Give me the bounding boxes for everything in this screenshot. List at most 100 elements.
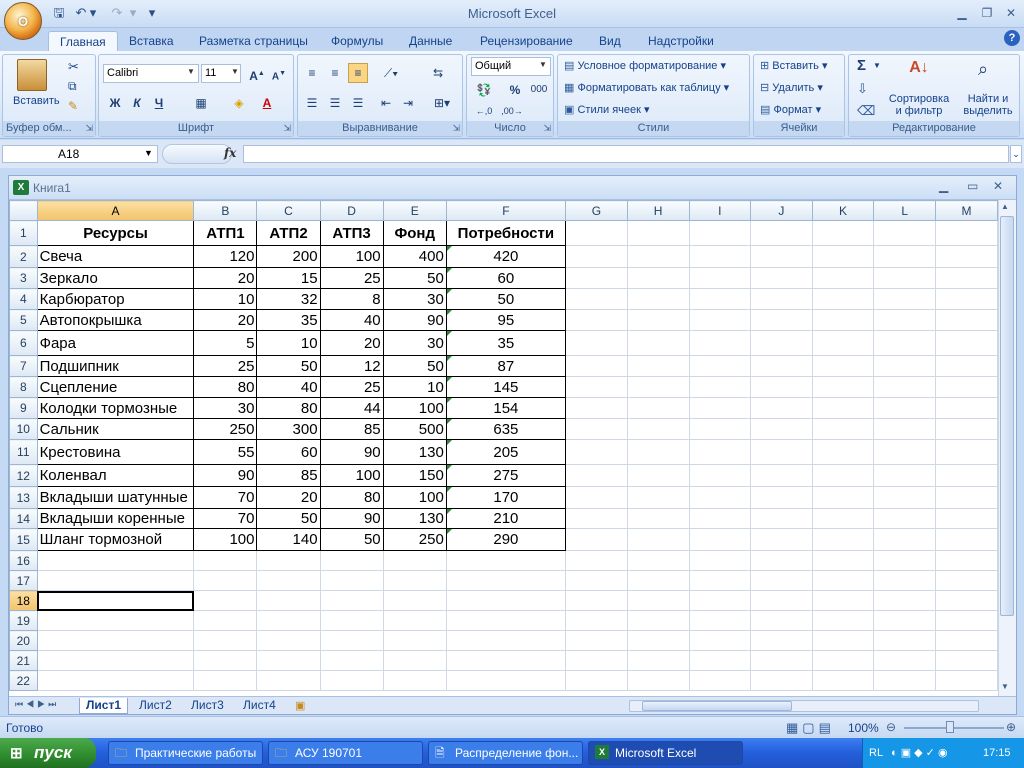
cell[interactable] xyxy=(873,630,937,651)
cell[interactable] xyxy=(626,220,690,246)
cell[interactable] xyxy=(319,570,384,591)
cell[interactable] xyxy=(750,376,813,398)
h-scroll-thumb[interactable] xyxy=(642,701,792,711)
shrink-font-icon[interactable]: A▼ xyxy=(269,64,289,84)
cell[interactable] xyxy=(688,590,752,611)
row-header[interactable]: 10 xyxy=(9,418,38,440)
dialog-launcher-icon[interactable]: ⇲ xyxy=(543,123,551,134)
cell[interactable] xyxy=(935,439,998,465)
cell[interactable] xyxy=(873,508,937,529)
cell[interactable] xyxy=(626,267,690,289)
cell[interactable]: АТП2 xyxy=(256,220,321,246)
cell[interactable]: 300 xyxy=(256,418,321,440)
align-center-icon[interactable]: ☰ xyxy=(325,93,345,113)
cell[interactable]: 20 xyxy=(256,486,321,509)
cell[interactable]: 20 xyxy=(193,309,258,331)
cell[interactable] xyxy=(750,590,813,611)
cell[interactable]: 170 xyxy=(445,486,566,509)
cell[interactable]: 80 xyxy=(193,376,258,398)
cell[interactable] xyxy=(688,528,752,551)
cell[interactable]: 90 xyxy=(319,439,384,465)
cell[interactable] xyxy=(564,267,628,289)
cell[interactable] xyxy=(688,550,752,571)
cell[interactable] xyxy=(935,376,998,398)
cell[interactable]: Свеча xyxy=(36,245,195,268)
cell[interactable] xyxy=(873,570,937,591)
cell[interactable] xyxy=(811,508,875,529)
format-as-table-button[interactable]: ▦ Форматировать как таблицу ▾ xyxy=(564,81,729,94)
cell[interactable]: 50 xyxy=(382,267,447,289)
vertical-scrollbar[interactable]: ▲ ▼ xyxy=(998,200,1016,696)
cell[interactable]: Колодки тормозные xyxy=(36,397,195,419)
cell[interactable]: Подшипник xyxy=(36,355,195,377)
cell[interactable] xyxy=(626,528,690,551)
cell[interactable] xyxy=(564,464,628,487)
cell[interactable]: Вкладыши коренные xyxy=(36,508,195,529)
cell[interactable] xyxy=(873,245,937,268)
cell[interactable] xyxy=(750,650,813,671)
cell[interactable] xyxy=(564,630,628,651)
cell[interactable]: Вкладыши шатунные xyxy=(36,486,195,509)
cut-icon[interactable]: ✂ xyxy=(68,59,79,75)
cell[interactable] xyxy=(811,570,875,591)
currency-icon[interactable]: 💱 xyxy=(471,80,497,100)
cell[interactable]: Автопокрышка xyxy=(36,309,195,331)
cell[interactable]: АТП3 xyxy=(319,220,384,246)
cell[interactable]: АТП1 xyxy=(193,220,258,246)
row-header[interactable]: 5 xyxy=(9,309,38,331)
cell[interactable]: 95 xyxy=(445,309,566,331)
cell[interactable] xyxy=(811,267,875,289)
row-header[interactable]: 9 xyxy=(9,397,38,419)
start-button[interactable]: ⊞ пуск xyxy=(0,738,96,768)
cell[interactable] xyxy=(935,570,998,591)
cell[interactable] xyxy=(564,376,628,398)
cell[interactable]: Крестовина xyxy=(36,439,195,465)
cell[interactable] xyxy=(811,610,875,631)
row-header[interactable]: 17 xyxy=(9,570,38,591)
cell[interactable] xyxy=(193,550,258,571)
cell[interactable] xyxy=(750,397,813,419)
cell[interactable] xyxy=(750,630,813,651)
column-header[interactable]: H xyxy=(626,200,690,221)
sort-filter-icon[interactable]: А↓ xyxy=(903,59,935,89)
cell[interactable]: 40 xyxy=(319,309,384,331)
cell[interactable]: 130 xyxy=(382,508,447,529)
cell[interactable] xyxy=(935,670,998,691)
orientation-icon[interactable]: ⟋▾ xyxy=(376,63,406,83)
tab-insert[interactable]: Вставка xyxy=(118,31,185,51)
row-header[interactable]: 8 xyxy=(9,376,38,398)
row-header[interactable]: 6 xyxy=(9,330,38,356)
cell[interactable] xyxy=(626,610,690,631)
close-icon[interactable]: ✕ xyxy=(1000,4,1022,22)
cell[interactable] xyxy=(564,590,628,611)
cell[interactable] xyxy=(811,309,875,331)
cell[interactable] xyxy=(811,650,875,671)
cell[interactable]: 50 xyxy=(319,528,384,551)
cell[interactable] xyxy=(811,376,875,398)
row-header[interactable]: 19 xyxy=(9,610,38,631)
cell[interactable] xyxy=(935,245,998,268)
chevron-down-icon[interactable]: ▼ xyxy=(873,61,881,70)
copy-icon[interactable]: ⧉ xyxy=(68,79,77,94)
cell[interactable] xyxy=(688,570,752,591)
cell[interactable] xyxy=(873,486,937,509)
cell[interactable] xyxy=(193,570,258,591)
cell[interactable]: 50 xyxy=(382,355,447,377)
selected-cell[interactable] xyxy=(36,590,195,611)
cell[interactable] xyxy=(564,550,628,571)
row-header[interactable]: 1 xyxy=(9,220,38,246)
align-left-icon[interactable]: ☰ xyxy=(302,93,322,113)
fill-color-icon[interactable]: ◈ xyxy=(229,93,249,113)
cell[interactable]: 90 xyxy=(319,508,384,529)
cell[interactable] xyxy=(935,309,998,331)
cell[interactable] xyxy=(688,464,752,487)
cell[interactable] xyxy=(935,486,998,509)
insert-cells-button[interactable]: ⊞ Вставить ▾ xyxy=(760,59,828,72)
cell[interactable]: 50 xyxy=(256,508,321,529)
cell[interactable]: 55 xyxy=(193,439,258,465)
cell[interactable] xyxy=(626,376,690,398)
delete-cells-button[interactable]: ⊟ Удалить ▾ xyxy=(760,81,823,94)
horizontal-scrollbar[interactable] xyxy=(629,700,979,712)
cell[interactable] xyxy=(873,330,937,356)
cell[interactable] xyxy=(626,288,690,310)
